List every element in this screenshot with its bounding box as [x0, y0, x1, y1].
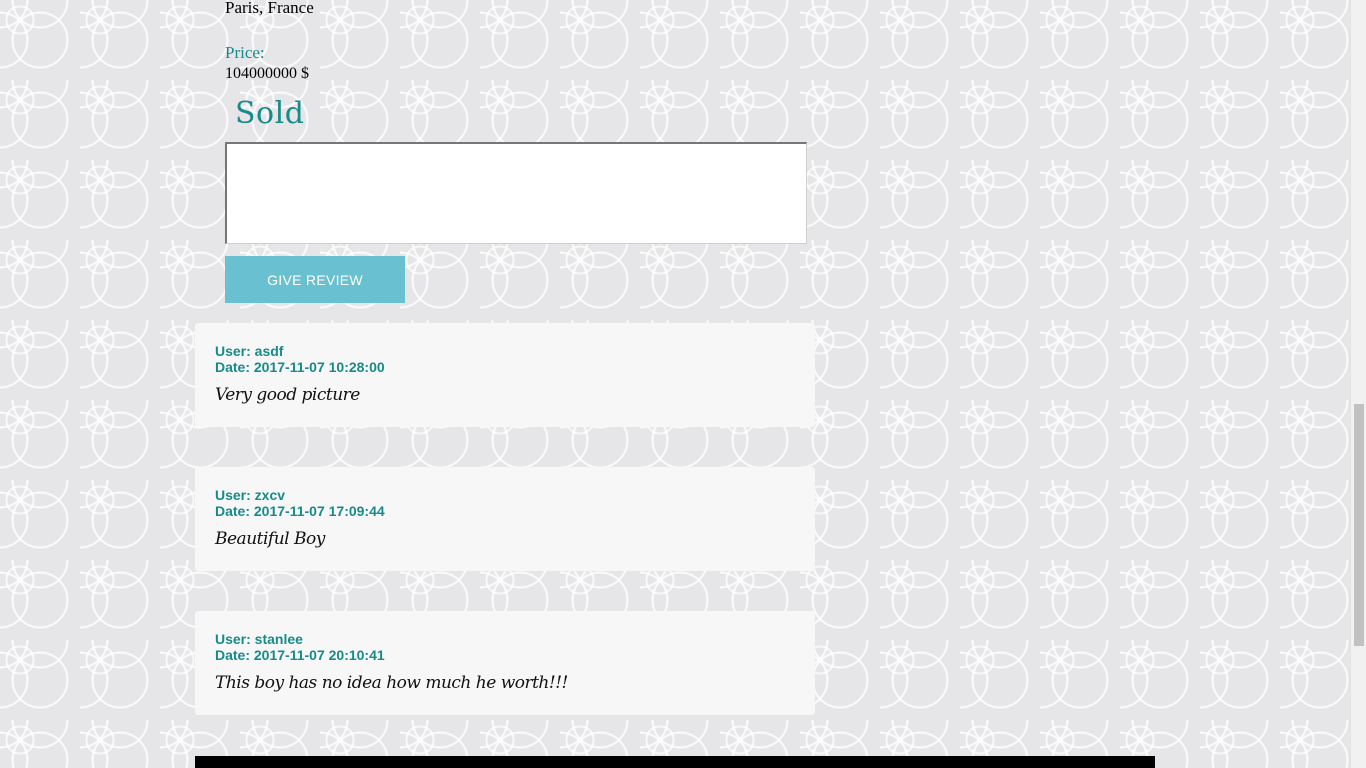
- review-text: Very good picture: [215, 385, 360, 405]
- footer-bar: [195, 756, 1155, 768]
- review-user: User: zxcv: [215, 487, 286, 503]
- review-date: Date: 2017-11-07 10:28:00: [215, 359, 385, 375]
- price-label: Price:: [225, 43, 265, 62]
- review-text: This boy has no idea how much he worth!!…: [215, 673, 568, 693]
- vertical-scrollbar[interactable]: [1350, 0, 1366, 768]
- review-user: User: asdf: [215, 343, 284, 359]
- review-date: Date: 2017-11-07 17:09:44: [215, 503, 385, 519]
- review-card: User: asdf Date: 2017-11-07 10:28:00 Ver…: [195, 323, 815, 427]
- review-textarea[interactable]: [225, 142, 807, 244]
- review-user: User: stanlee: [215, 631, 303, 647]
- review-card: User: zxcv Date: 2017-11-07 17:09:44 Bea…: [195, 467, 815, 571]
- review-date: Date: 2017-11-07 20:10:41: [215, 647, 385, 663]
- listing-location: Paris, France: [225, 0, 314, 17]
- page: Paris, France Price: 104000000 $ Sold GI…: [0, 0, 1350, 768]
- give-review-button[interactable]: GIVE REVIEW: [225, 256, 405, 303]
- review-text: Beautiful Boy: [215, 529, 325, 549]
- scrollbar-thumb[interactable]: [1354, 404, 1364, 646]
- price-value: 104000000 $: [225, 65, 309, 82]
- sold-status: Sold: [235, 96, 305, 131]
- review-card: User: stanlee Date: 2017-11-07 20:10:41 …: [195, 611, 815, 715]
